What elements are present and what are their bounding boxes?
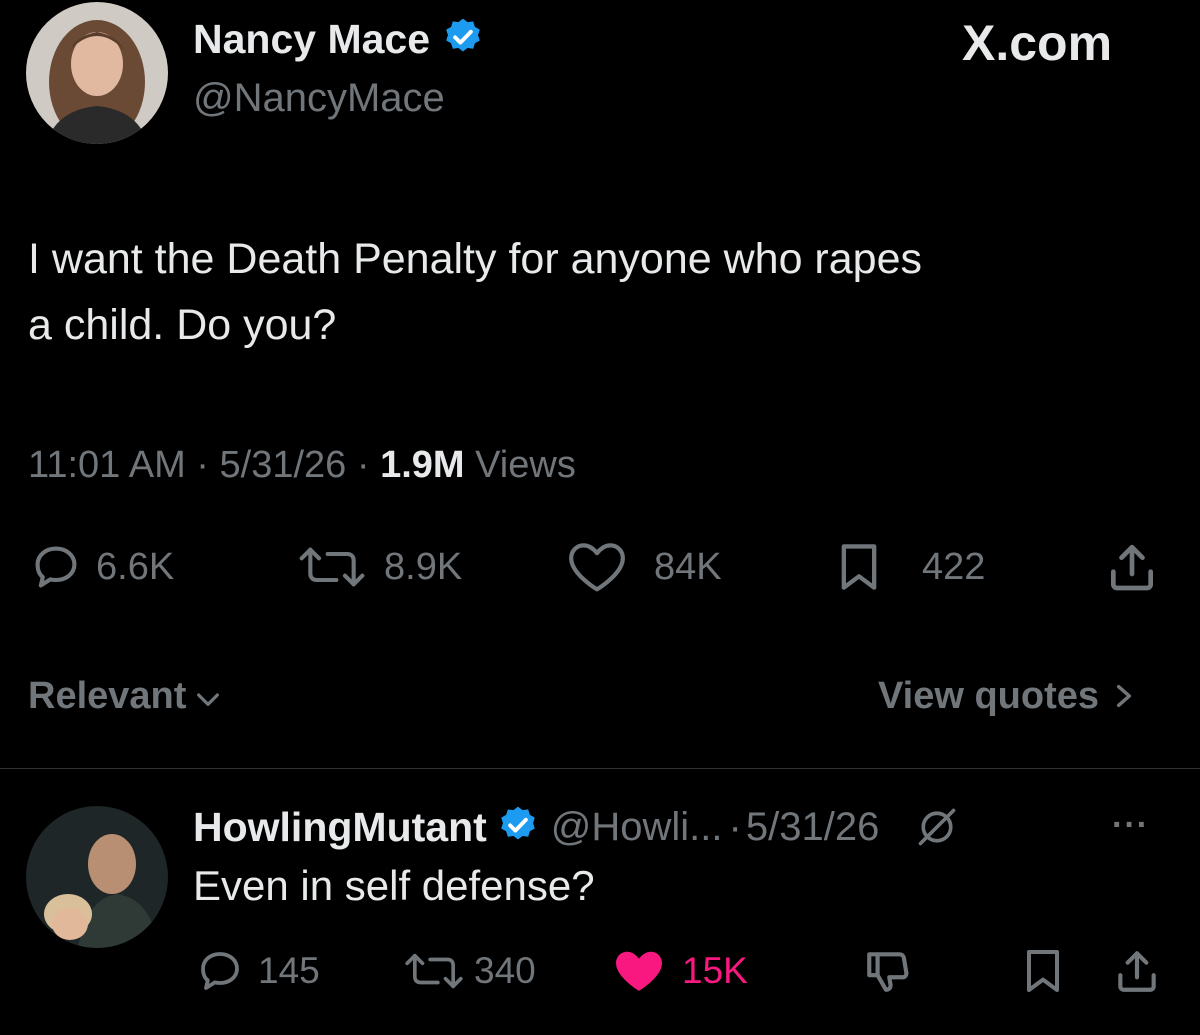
tweet-text: I want the Death Penalty for anyone who …	[28, 226, 922, 358]
view-quotes-label: View quotes	[878, 674, 1100, 717]
reply-verified-badge-icon	[497, 804, 539, 851]
bookmark-icon	[841, 544, 877, 590]
chevron-down-icon	[197, 693, 220, 706]
tweet-text-line-2: a child. Do you?	[28, 301, 337, 349]
watermark-text: X.com	[962, 15, 1113, 71]
reply-icon	[201, 952, 239, 990]
tweet-meta: 11:01 AM · 5/31/26 · 1.9M Views	[28, 444, 576, 487]
views-label: Views	[475, 444, 576, 486]
reply-author-avatar[interactable]	[26, 806, 168, 948]
tweet-text-line-1: I want the Death Penalty for anyone who …	[28, 235, 922, 283]
reply-share-button[interactable]	[1112, 946, 1162, 996]
meta-separator: ·	[356, 444, 370, 486]
tweet-time[interactable]: 11:01 AM	[28, 444, 186, 486]
reply-repost-count: 340	[474, 950, 536, 991]
reply-repost-button[interactable]: 340	[400, 946, 536, 996]
reply-button[interactable]: 6.6K	[30, 540, 174, 594]
author-name[interactable]: Nancy Mace	[193, 16, 430, 63]
avatar-image	[26, 2, 168, 144]
reply-reply-button[interactable]: 145	[196, 946, 320, 996]
sort-dropdown[interactable]: Relevant	[28, 672, 224, 720]
share-icon	[1111, 544, 1153, 591]
reply-bookmark-button[interactable]	[1022, 946, 1064, 996]
share-button[interactable]	[1104, 540, 1160, 594]
reply-icon	[35, 546, 77, 588]
reply-author-handle[interactable]: @Howli...	[551, 805, 723, 850]
repost-count: 8.9K	[384, 545, 463, 588]
reply-like-count: 15K	[682, 950, 748, 991]
repost-icon	[405, 953, 463, 989]
reply-reply-count: 145	[258, 950, 320, 991]
author-avatar[interactable]	[26, 2, 168, 144]
author-handle[interactable]: @NancyMace	[193, 76, 445, 121]
bookmark-button[interactable]: 422	[836, 540, 985, 594]
grok-icon[interactable]	[915, 805, 959, 849]
reply-avatar-image	[26, 806, 168, 948]
views-count: 1.9M	[380, 444, 465, 486]
sort-label: Relevant	[28, 674, 187, 717]
tweet-date[interactable]: 5/31/26	[220, 444, 347, 486]
reply-more-button[interactable]: ···	[1112, 806, 1149, 845]
thumbs-down-icon	[867, 952, 909, 992]
heart-filled-icon	[616, 951, 662, 991]
reply-dislike-button[interactable]	[862, 946, 914, 996]
reply-like-button[interactable]: 15K	[610, 946, 748, 996]
author-name-row: Nancy Mace	[193, 14, 484, 64]
reply-count: 6.6K	[96, 545, 175, 588]
bookmark-icon	[1027, 950, 1059, 992]
reply-text: Even in self defense?	[193, 862, 595, 909]
reply-separator: ·	[728, 804, 742, 849]
reply-author-name[interactable]: HowlingMutant	[193, 804, 487, 851]
reply-date[interactable]: 5/31/26	[746, 805, 879, 850]
repost-button[interactable]: 8.9K	[290, 540, 462, 594]
bookmark-count: 422	[922, 545, 986, 588]
like-button[interactable]: 84K	[566, 540, 722, 594]
repost-icon	[299, 547, 365, 587]
chevron-right-icon	[1111, 680, 1137, 712]
view-quotes-link[interactable]: View quotes	[878, 672, 1137, 720]
share-icon	[1118, 951, 1156, 992]
reply-header: HowlingMutant @Howli... · 5/31/26	[193, 800, 959, 854]
heart-icon	[569, 543, 625, 592]
section-divider	[0, 768, 1200, 769]
verified-badge-icon	[442, 16, 484, 63]
meta-separator: ·	[196, 444, 209, 486]
like-count: 84K	[654, 545, 722, 588]
